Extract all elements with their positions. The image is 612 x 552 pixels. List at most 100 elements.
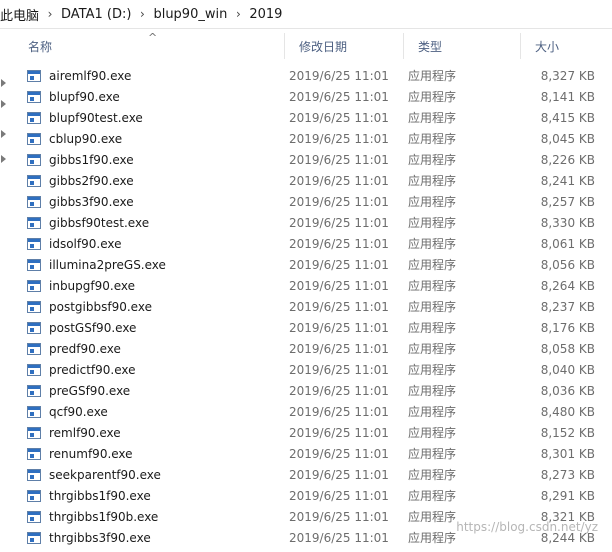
file-row[interactable]: gibbs2f90.exe 2019/6/25 11:01 应用程序 8,241 KB (14, 170, 612, 191)
file-name-cell[interactable]: remlf90.exe (27, 422, 287, 443)
file-row[interactable]: qcf90.exe 2019/6/25 11:01 应用程序 8,480 KB (14, 401, 612, 422)
file-name-cell[interactable]: inbupgf90.exe (27, 275, 287, 296)
file-name: remlf90.exe (49, 425, 121, 440)
file-name: renumf90.exe (49, 446, 133, 461)
file-name-cell[interactable]: gibbs1f90.exe (27, 149, 287, 170)
file-type: 应用程序 (408, 69, 457, 83)
exe-file-icon (27, 153, 41, 166)
file-name-cell[interactable]: gibbs3f90.exe (27, 191, 287, 212)
file-name-cell[interactable]: gibbs2f90.exe (27, 170, 287, 191)
file-type: 应用程序 (408, 132, 457, 146)
exe-file-icon (27, 258, 41, 271)
exe-file-icon (27, 195, 41, 208)
file-name-cell[interactable]: predf90.exe (27, 338, 287, 359)
file-name-cell[interactable]: idsolf90.exe (27, 233, 287, 254)
file-row[interactable]: cblup90.exe 2019/6/25 11:01 应用程序 8,045 KB (14, 128, 612, 149)
file-row[interactable]: renumf90.exe 2019/6/25 11:01 应用程序 8,301 KB (14, 443, 612, 464)
file-size: 8,291 KB (540, 488, 595, 503)
file-name: cblup90.exe (49, 131, 123, 146)
file-name-cell[interactable]: airemlf90.exe (27, 65, 287, 86)
file-size: 8,045 KB (540, 131, 595, 146)
breadcrumb-item-this-pc[interactable]: 此电脑 (0, 5, 43, 24)
file-name-cell[interactable]: preGSf90.exe (27, 380, 287, 401)
file-size: 8,141 KB (540, 89, 595, 104)
file-date: 2019/6/25 11:01 (289, 194, 389, 209)
file-row[interactable]: seekparentf90.exe 2019/6/25 11:01 应用程序 8,27… (14, 464, 612, 485)
file-size: 8,056 KB (540, 257, 595, 272)
file-name: predictf90.exe (49, 362, 136, 377)
file-size: 8,273 KB (540, 467, 595, 482)
file-type: 应用程序 (408, 111, 457, 125)
file-row[interactable]: blupf90test.exe 2019/6/25 11:01 应用程序 8,415 … (14, 107, 612, 128)
file-name: illumina2preGS.exe (49, 257, 166, 272)
breadcrumb-item-drive[interactable]: DATA1 (D:) (57, 7, 135, 22)
file-name-cell[interactable]: blupf90.exe (27, 86, 287, 107)
file-name: blupf90.exe (49, 89, 120, 104)
file-name-cell[interactable]: postgibbsf90.exe (27, 296, 287, 317)
file-row[interactable]: airemlf90.exe 2019/6/25 11:01 应用程序 8,327 KB (14, 65, 612, 86)
file-row[interactable]: predf90.exe 2019/6/25 11:01 应用程序 8,058 KB (14, 338, 612, 359)
file-date: 2019/6/25 11:01 (289, 488, 389, 503)
expand-arrow-icon[interactable] (1, 100, 6, 108)
column-date-label: 修改日期 (299, 39, 348, 54)
file-row[interactable]: postGSf90.exe 2019/6/25 11:01 应用程序 8,176 KB (14, 317, 612, 338)
file-row[interactable]: gibbs3f90.exe 2019/6/25 11:01 应用程序 8,257 KB (14, 191, 612, 212)
file-type: 应用程序 (408, 321, 457, 335)
file-row[interactable]: gibbs1f90.exe 2019/6/25 11:01 应用程序 8,226 KB (14, 149, 612, 170)
file-date: 2019/6/25 11:01 (289, 89, 389, 104)
file-row[interactable]: postgibbsf90.exe 2019/6/25 11:01 应用程序 8,237… (14, 296, 612, 317)
file-row[interactable]: illumina2preGS.exe 2019/6/25 11:01 应用程序 8,0… (14, 254, 612, 275)
file-row[interactable]: gibbsf90test.exe 2019/6/25 11:01 应用程序 8,330… (14, 212, 612, 233)
file-type: 应用程序 (408, 279, 457, 293)
file-name-cell[interactable]: thrgibbs1f90.exe (27, 485, 287, 506)
file-name: thrgibbs1f90b.exe (49, 509, 159, 524)
file-row[interactable]: idsolf90.exe 2019/6/25 11:01 应用程序 8,061 KB (14, 233, 612, 254)
column-size-label: 大小 (535, 39, 560, 54)
chevron-right-icon[interactable]: › (43, 7, 57, 21)
file-row[interactable]: inbupgf90.exe 2019/6/25 11:01 应用程序 8,264 KB (14, 275, 612, 296)
file-name-cell[interactable]: cblup90.exe (27, 128, 287, 149)
file-type: 应用程序 (408, 216, 457, 230)
file-name: postgibbsf90.exe (49, 299, 152, 314)
breadcrumb-item-current[interactable]: 2019 (245, 7, 286, 22)
file-name-cell[interactable]: blupf90test.exe (27, 107, 287, 128)
file-type: 应用程序 (408, 237, 457, 251)
chevron-right-icon[interactable]: › (135, 7, 149, 21)
breadcrumb-item-folder[interactable]: blup90_win (149, 7, 231, 22)
file-row[interactable]: remlf90.exe 2019/6/25 11:01 应用程序 8,152 KB (14, 422, 612, 443)
expand-arrow-icon[interactable] (1, 155, 6, 163)
file-name-cell[interactable]: seekparentf90.exe (27, 464, 287, 485)
file-name-cell[interactable]: gibbsf90test.exe (27, 212, 287, 233)
exe-file-icon (27, 279, 41, 292)
file-name-cell[interactable]: qcf90.exe (27, 401, 287, 422)
file-size: 8,237 KB (540, 299, 595, 314)
expand-arrow-icon[interactable] (1, 79, 6, 87)
file-date: 2019/6/25 11:01 (289, 467, 389, 482)
file-row[interactable]: predictf90.exe 2019/6/25 11:01 应用程序 8,040 K… (14, 359, 612, 380)
column-type-label: 类型 (418, 39, 443, 54)
column-name-label: 名称 (28, 39, 53, 54)
file-row[interactable]: preGSf90.exe 2019/6/25 11:01 应用程序 8,036 KB (14, 380, 612, 401)
expand-arrow-icon[interactable] (1, 130, 6, 138)
file-name-cell[interactable]: thrgibbs1f90b.exe (27, 506, 287, 527)
file-row[interactable]: blupf90.exe 2019/6/25 11:01 应用程序 8,141 KB (14, 86, 612, 107)
column-size[interactable]: 大小 (521, 29, 612, 63)
file-date: 2019/6/25 11:01 (289, 278, 389, 293)
column-name[interactable]: 名称 (14, 29, 284, 63)
column-type[interactable]: 类型 (404, 29, 520, 63)
file-name-cell[interactable]: postGSf90.exe (27, 317, 287, 338)
exe-file-icon (27, 342, 41, 355)
file-name-cell[interactable]: illumina2preGS.exe (27, 254, 287, 275)
exe-file-icon (27, 489, 41, 502)
file-name-cell[interactable]: thrgibbs3f90.exe (27, 527, 287, 548)
chevron-right-icon[interactable]: › (231, 7, 245, 21)
file-name: predf90.exe (49, 341, 121, 356)
file-name-cell[interactable]: predictf90.exe (27, 359, 287, 380)
file-date: 2019/6/25 11:01 (289, 425, 389, 440)
file-name-cell[interactable]: renumf90.exe (27, 443, 287, 464)
column-header: ^ 名称 修改日期 类型 大小 (14, 29, 612, 63)
file-size: 8,036 KB (540, 383, 595, 398)
file-row[interactable]: thrgibbs1f90.exe 2019/6/25 11:01 应用程序 8,291… (14, 485, 612, 506)
column-date[interactable]: 修改日期 (285, 29, 403, 63)
exe-file-icon (27, 237, 41, 250)
